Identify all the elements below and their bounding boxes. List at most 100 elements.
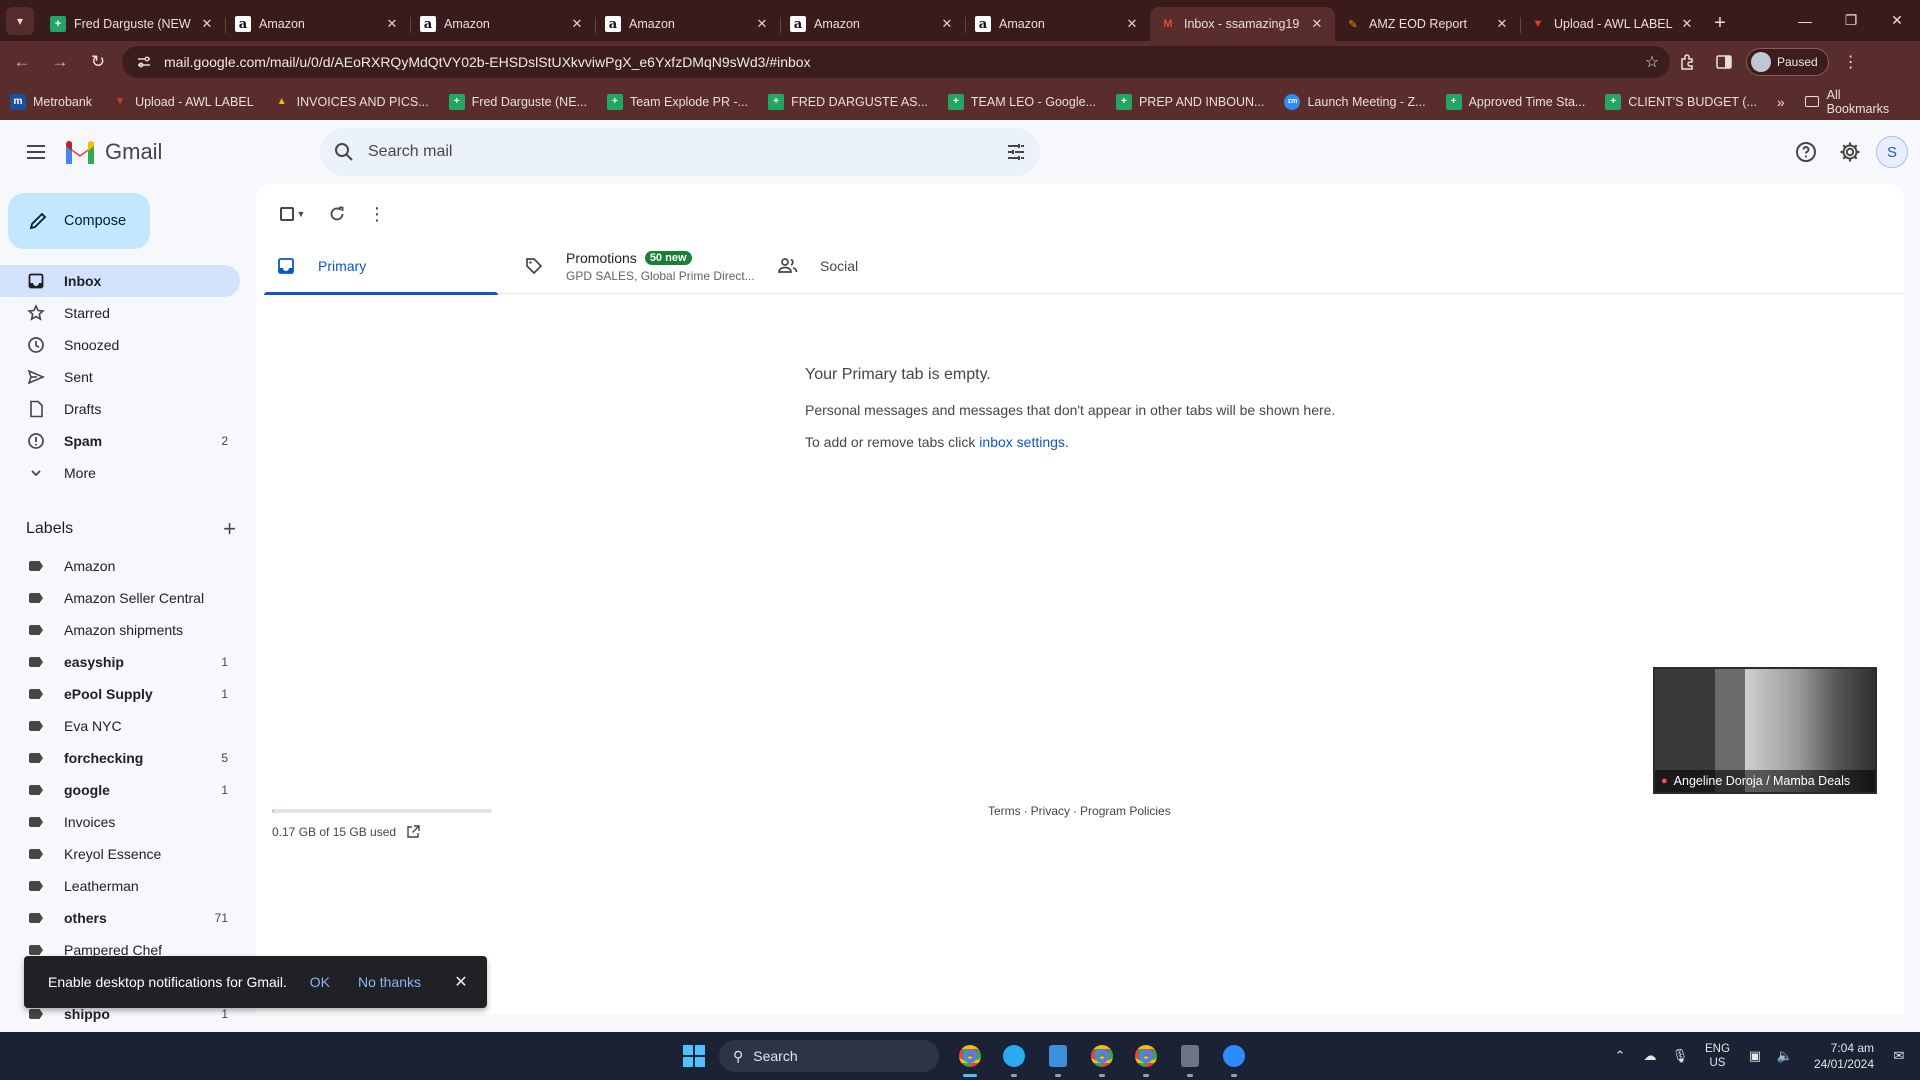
sidebar-item-spam[interactable]: Spam 2 [0, 425, 240, 457]
snackbar-ok-button[interactable]: OK [310, 974, 330, 990]
tab-close-icon[interactable]: ✕ [1124, 16, 1140, 32]
more-options-icon[interactable]: ⋮ [360, 197, 394, 231]
taskbar-app[interactable] [1036, 1040, 1080, 1077]
extensions-icon[interactable] [1670, 46, 1706, 78]
forward-button[interactable]: → [44, 46, 76, 78]
label-item[interactable]: easyship 1 [0, 646, 240, 678]
label-item[interactable]: ePool Supply 1 [0, 678, 240, 710]
snackbar-no-thanks-button[interactable]: No thanks [358, 974, 421, 990]
taskbar-app[interactable] [992, 1040, 1036, 1077]
network-icon[interactable]: ▣ [1740, 1048, 1770, 1064]
bookmark-item[interactable]: m Metrobank [10, 93, 92, 110]
tab-close-icon[interactable]: ✕ [1679, 16, 1695, 32]
sidebar-item-drafts[interactable]: Drafts [0, 393, 240, 425]
windows-start-icon[interactable] [683, 1045, 705, 1067]
clock[interactable]: 7:04 am 24/01/2024 [1814, 1040, 1874, 1072]
taskbar-app[interactable] [948, 1040, 992, 1077]
taskbar-app[interactable] [1168, 1040, 1212, 1077]
tab-social[interactable]: Social [766, 238, 1014, 294]
notifications-icon[interactable]: ✉ [1884, 1048, 1914, 1064]
tab-close-icon[interactable]: ✕ [569, 16, 585, 32]
bookmark-item[interactable]: + PREP AND INBOUN... [1115, 93, 1264, 110]
chevron-up-icon[interactable]: ⌃ [1605, 1048, 1635, 1064]
open-external-icon[interactable] [406, 825, 420, 839]
search-input[interactable]: Search mail [368, 143, 992, 161]
reload-button[interactable]: ↻ [82, 46, 114, 78]
bookmark-item[interactable]: ▼ Upload - AWL LABEL [112, 94, 254, 110]
bookmark-item[interactable]: + Fred Darguste (NE... [448, 93, 587, 110]
label-item[interactable]: Kreyol Essence [0, 838, 240, 870]
volume-icon[interactable]: 🔈 [1770, 1048, 1800, 1064]
gmail-logo[interactable]: Gmail [64, 139, 244, 165]
tab-close-icon[interactable]: ✕ [754, 16, 770, 32]
label-item[interactable]: Amazon shipments [0, 614, 240, 646]
close-window-button[interactable]: ✕ [1874, 12, 1920, 29]
taskbar-app[interactable] [1212, 1040, 1256, 1077]
tab-search-button[interactable]: ▾ [6, 7, 34, 35]
bookmark-item[interactable]: ▲ INVOICES AND PICS... [274, 94, 429, 110]
minimize-button[interactable]: — [1782, 13, 1828, 29]
browser-tab[interactable]: a Amazon ✕ [965, 7, 1150, 41]
browser-tab[interactable]: a Amazon ✕ [225, 7, 410, 41]
bookmark-item[interactable]: + FRED DARGUSTE AS... [768, 93, 928, 110]
sidebar-item-starred[interactable]: Starred [0, 297, 240, 329]
terms-link[interactable]: Terms [988, 804, 1021, 818]
label-item[interactable]: others 71 [0, 902, 240, 934]
sidebar-item-more[interactable]: More [0, 457, 240, 489]
bookmark-item[interactable]: + Approved Time Sta... [1445, 93, 1585, 110]
label-item[interactable]: Invoices [0, 806, 240, 838]
bookmark-item[interactable]: + CLIENT'S BUDGET (... [1605, 93, 1757, 110]
browser-tab[interactable]: a Amazon ✕ [595, 7, 780, 41]
bookmark-item[interactable]: + TEAM LEO - Google... [947, 93, 1096, 110]
all-bookmarks-button[interactable]: All Bookmarks [1804, 88, 1906, 116]
language-indicator[interactable]: ENG US [1705, 1042, 1730, 1070]
profile-button[interactable]: Paused [1746, 48, 1829, 76]
label-item[interactable]: Amazon Seller Central [0, 582, 240, 614]
browser-menu-icon[interactable]: ⋮ [1833, 46, 1869, 78]
bookmark-star-icon[interactable]: ☆ [1634, 52, 1670, 72]
tab-primary[interactable]: Primary [264, 238, 512, 295]
tab-close-icon[interactable]: ✕ [384, 16, 400, 32]
browser-tab[interactable]: a Amazon ✕ [780, 7, 965, 41]
bookmark-item[interactable]: zm Launch Meeting - Z... [1284, 93, 1426, 110]
browser-tab[interactable]: ✎ AMZ EOD Report ✕ [1335, 7, 1520, 41]
side-panel-icon[interactable] [1706, 46, 1742, 78]
sidebar-item-sent[interactable]: Sent [0, 361, 240, 393]
site-info-icon[interactable] [130, 50, 158, 74]
sidebar-item-snoozed[interactable]: Snoozed [0, 329, 240, 361]
refresh-icon[interactable] [320, 197, 354, 231]
add-label-icon[interactable]: + [223, 516, 236, 542]
taskbar-search[interactable]: ⚲ Search [719, 1040, 939, 1072]
address-bar[interactable]: mail.google.com/mail/u/0/d/AEoRXRQyMdQtV… [122, 46, 1670, 78]
browser-tab[interactable]: a Amazon ✕ [410, 7, 595, 41]
select-dropdown-icon[interactable]: ▼ [294, 197, 308, 231]
account-avatar[interactable]: S [1876, 136, 1908, 168]
label-item[interactable]: Leatherman [0, 870, 240, 902]
browser-tab[interactable]: + Fred Darguste (NEW ✕ [40, 7, 225, 41]
program-policies-link[interactable]: Program Policies [1080, 804, 1171, 818]
search-bar[interactable]: Search mail [320, 128, 1040, 176]
label-item[interactable]: Eva NYC [0, 710, 240, 742]
search-options-icon[interactable] [992, 142, 1040, 162]
settings-gear-icon[interactable] [1828, 130, 1872, 174]
taskbar-app[interactable] [1080, 1040, 1124, 1077]
tab-promotions[interactable]: Promotions 50 new GPD SALES, Global Prim… [512, 238, 766, 294]
close-icon[interactable]: ✕ [449, 972, 473, 992]
url-text[interactable]: mail.google.com/mail/u/0/d/AEoRXRQyMdQtV… [164, 54, 1634, 70]
tab-close-icon[interactable]: ✕ [1494, 16, 1510, 32]
privacy-link[interactable]: Privacy [1031, 804, 1070, 818]
browser-tab[interactable]: ▼ Upload - AWL LABEL ✕ [1520, 7, 1705, 41]
help-icon[interactable] [1784, 130, 1828, 174]
browser-tab[interactable]: M Inbox - ssamazing19 ✕ [1150, 7, 1335, 41]
microphone-icon[interactable]: 🎙 [1665, 1048, 1695, 1064]
label-item[interactable]: forchecking 5 [0, 742, 240, 774]
restore-button[interactable]: ❐ [1828, 12, 1874, 29]
new-tab-button[interactable]: + [1705, 8, 1735, 38]
meeting-video-tile[interactable]: ● Angeline Doroja / Mamba Deals [1653, 667, 1877, 794]
compose-button[interactable]: Compose [8, 193, 150, 249]
tab-close-icon[interactable]: ✕ [939, 16, 955, 32]
tab-close-icon[interactable]: ✕ [1309, 16, 1325, 32]
inbox-settings-link[interactable]: inbox settings [979, 434, 1065, 450]
sidebar-item-inbox[interactable]: Inbox [0, 265, 240, 297]
main-menu-icon[interactable] [12, 128, 60, 176]
